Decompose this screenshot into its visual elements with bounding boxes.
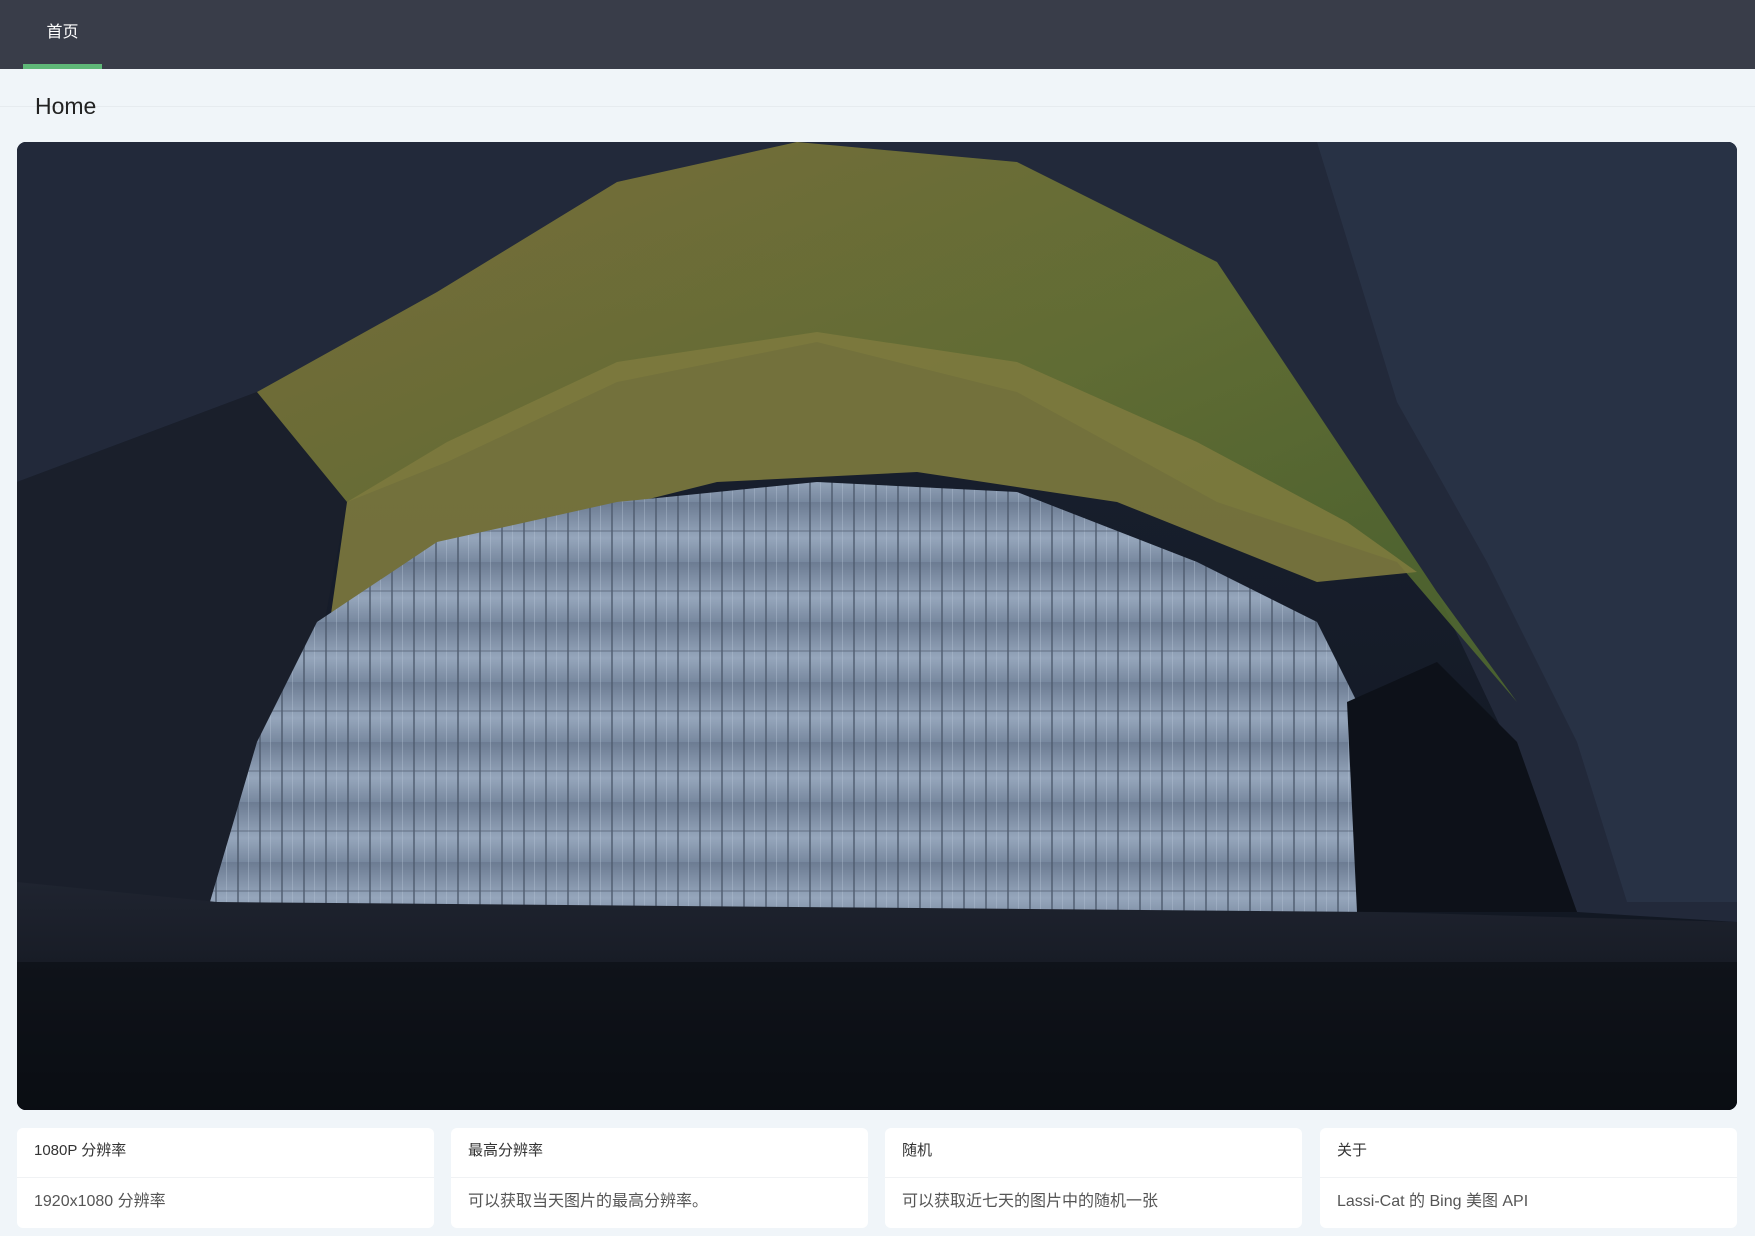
hero-photo-basalt-columns [17,142,1737,1110]
page-header [0,69,1755,107]
card-title: 关于 [1337,1142,1368,1159]
page-title: Home [35,93,97,119]
card-title: 1080P 分辨率 [34,1142,127,1159]
card-1080p: 1080P 分辨率 1920x1080 分辨率 [17,1128,434,1228]
card-title: 随机 [902,1142,933,1159]
card-body: Lassi-Cat 的 Bing 美图 API [1337,1193,1529,1210]
card-max-resolution: 最高分辨率 可以获取当天图片的最高分辨率。 [451,1128,868,1228]
card-body: 可以获取当天图片的最高分辨率。 [468,1193,709,1210]
card-body: 1920x1080 分辨率 [34,1193,166,1210]
card-divider [885,1177,1302,1178]
card-about: 关于 Lassi-Cat 的 Bing 美图 API [1320,1128,1737,1228]
card-divider [17,1177,434,1178]
card-divider [1320,1177,1737,1178]
info-cards: 1080P 分辨率 1920x1080 分辨率 最高分辨率 可以获取当天图片的最… [17,1128,1737,1228]
card-body: 可以获取近七天的图片中的随机一张 [902,1193,1159,1210]
top-nav-bar: 首页 [0,0,1755,69]
nav-tab-home[interactable]: 首页 [23,0,102,69]
card-divider [451,1177,868,1178]
hero-image [17,142,1737,1110]
card-random: 随机 可以获取近七天的图片中的随机一张 [885,1128,1302,1228]
card-title: 最高分辨率 [468,1142,544,1159]
nav-tab-home-label: 首页 [46,24,79,41]
